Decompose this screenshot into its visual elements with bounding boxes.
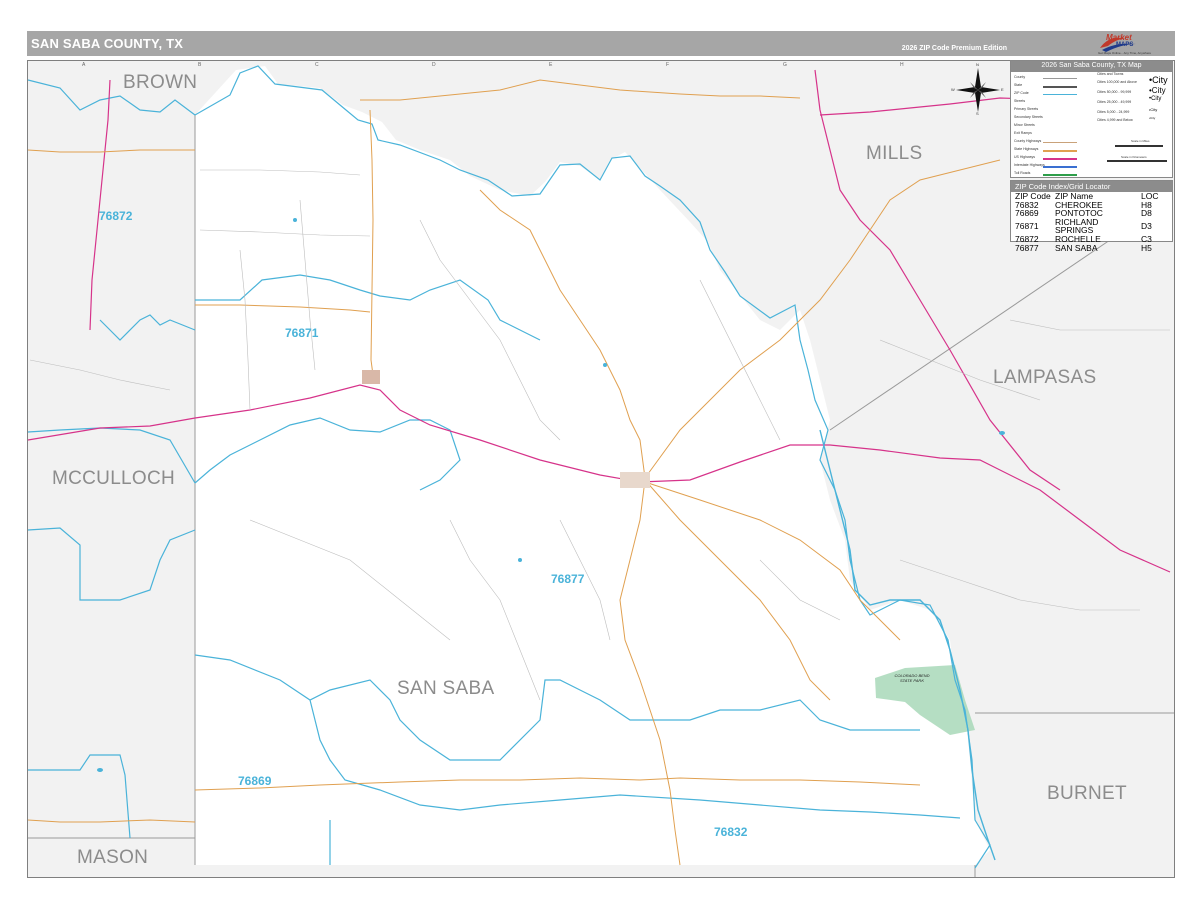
- legend-city-2: •City: [1149, 96, 1162, 102]
- zip-code-cell: 76871: [1015, 221, 1039, 232]
- scale-bar-km: [1107, 160, 1167, 162]
- legend-line-state: [1043, 86, 1077, 88]
- grid-letter-a: A: [82, 62, 86, 68]
- zip-label-76872: 76872: [99, 209, 133, 223]
- grid-letter-e: E: [549, 62, 553, 68]
- zip-label-76832: 76832: [714, 825, 748, 839]
- county-label-mills: MILLS: [866, 143, 923, 164]
- county-label-brown: BROWN: [123, 72, 198, 93]
- legend-scale-miles: Scale in Miles: [1131, 139, 1150, 143]
- legend-city-4: •City: [1149, 116, 1156, 120]
- legend-line-toll: [1043, 174, 1077, 176]
- compass-rose-icon: N S W E: [951, 62, 1004, 116]
- scale-bar-miles: [1115, 145, 1163, 147]
- legend-row-state: State: [1014, 83, 1023, 87]
- zip-label-76869: 76869: [238, 774, 272, 788]
- table-row: 76877 SAN SABA H5: [1013, 242, 1160, 253]
- grid-letter-d: D: [432, 62, 436, 68]
- zip-name-cell: SAN SABA: [1055, 242, 1098, 253]
- legend-row-toll: Toll Roads: [1014, 171, 1031, 175]
- zip-code-cell: 76869: [1015, 208, 1039, 219]
- county-label-mcculloch: MCCULLOCH: [52, 468, 176, 489]
- compass-n: N: [976, 62, 979, 67]
- grid-letter-c: C: [315, 62, 319, 68]
- zip-loc-cell: H5: [1141, 242, 1152, 253]
- compass-s: S: [976, 111, 979, 116]
- county-label-lampasas: LAMPASAS: [993, 367, 1097, 388]
- legend-pop-2: Cities 25,000 - 49,999: [1097, 100, 1132, 104]
- san-saba-city: [620, 472, 650, 488]
- legend-pop-1: Cities 50,000 - 99,999: [1097, 90, 1132, 94]
- grid-letter-b: B: [198, 62, 202, 68]
- county-label-san-saba: SAN SABA: [397, 678, 495, 699]
- legend-pop-0: Cities 100,000 and Above: [1097, 80, 1137, 84]
- legend-row-exit: Exit Ramps: [1014, 131, 1032, 135]
- legend-line-interstate: [1043, 166, 1077, 168]
- legend-row-zip: ZIP Code: [1014, 91, 1029, 95]
- legend-line-county-hwy: [1043, 142, 1077, 143]
- legend-row-county: County: [1014, 75, 1026, 79]
- grid-letter-h: H: [900, 62, 904, 68]
- map-legend: 2026 San Saba County, TX Map County Stat…: [1010, 60, 1173, 178]
- legend-line-state-hwy: [1043, 150, 1077, 152]
- legend-row-primary: Primary Streets: [1014, 107, 1039, 111]
- zip-loc-cell: D8: [1141, 208, 1152, 219]
- park-label: COLORADO BEND STATE PARK: [894, 673, 930, 683]
- legend-row-us-hwy: US Highways: [1014, 155, 1036, 159]
- grid-letter-g: G: [783, 62, 787, 68]
- legend-row-streets: Streets: [1014, 99, 1026, 103]
- zip-index-table: ZIP Code ZIP Name LOC 76832 CHEROKEE H8 …: [1013, 192, 1160, 252]
- zip-name-cell: RICHLAND SPRINGS: [1055, 216, 1099, 236]
- zip-label-76877: 76877: [551, 572, 585, 586]
- zip-label-76871: 76871: [285, 326, 319, 340]
- legend-row-minor: Minor Streets: [1014, 123, 1035, 127]
- table-row: 76871 RICHLAND SPRINGS D3: [1013, 216, 1160, 236]
- legend-city-1: •City: [1149, 86, 1166, 95]
- zip-code-cell: 76877: [1015, 242, 1039, 253]
- legend-line-zip: [1043, 94, 1077, 95]
- compass-w: W: [951, 87, 955, 92]
- richland-springs-city: [362, 370, 380, 384]
- county-label-burnet: BURNET: [1047, 783, 1127, 804]
- legend-row-interstate: Interstate Highways: [1014, 163, 1045, 167]
- zip-loc-cell: D3: [1141, 221, 1152, 232]
- legend-row-secondary: Secondary Streets: [1014, 115, 1043, 119]
- legend-pop-4: Cities 4,999 and Below: [1097, 118, 1133, 122]
- county-label-mason: MASON: [77, 847, 149, 868]
- grid-letter-f: F: [666, 62, 670, 68]
- legend-city-0: •City: [1149, 75, 1168, 85]
- legend-pop-3: Cities 5,000 - 24,999: [1097, 110, 1130, 114]
- legend-row-state-hwy: State Highways: [1014, 147, 1039, 151]
- legend-city-3: •City: [1149, 107, 1158, 112]
- zip-index: ZIP Code Index/Grid Locator ZIP Code ZIP…: [1010, 180, 1173, 252]
- legend-row-county-hwy: County Highways: [1014, 139, 1042, 143]
- legend-line-county: [1043, 78, 1077, 79]
- legend-line-us-hwy: [1043, 158, 1077, 160]
- legend-title: 2026 San Saba County, TX Map: [1011, 61, 1172, 72]
- legend-pop-header: Cities and Towns: [1097, 72, 1124, 76]
- legend-scale-km: Scale in Kilometers: [1121, 155, 1147, 159]
- compass-e: E: [1001, 87, 1004, 92]
